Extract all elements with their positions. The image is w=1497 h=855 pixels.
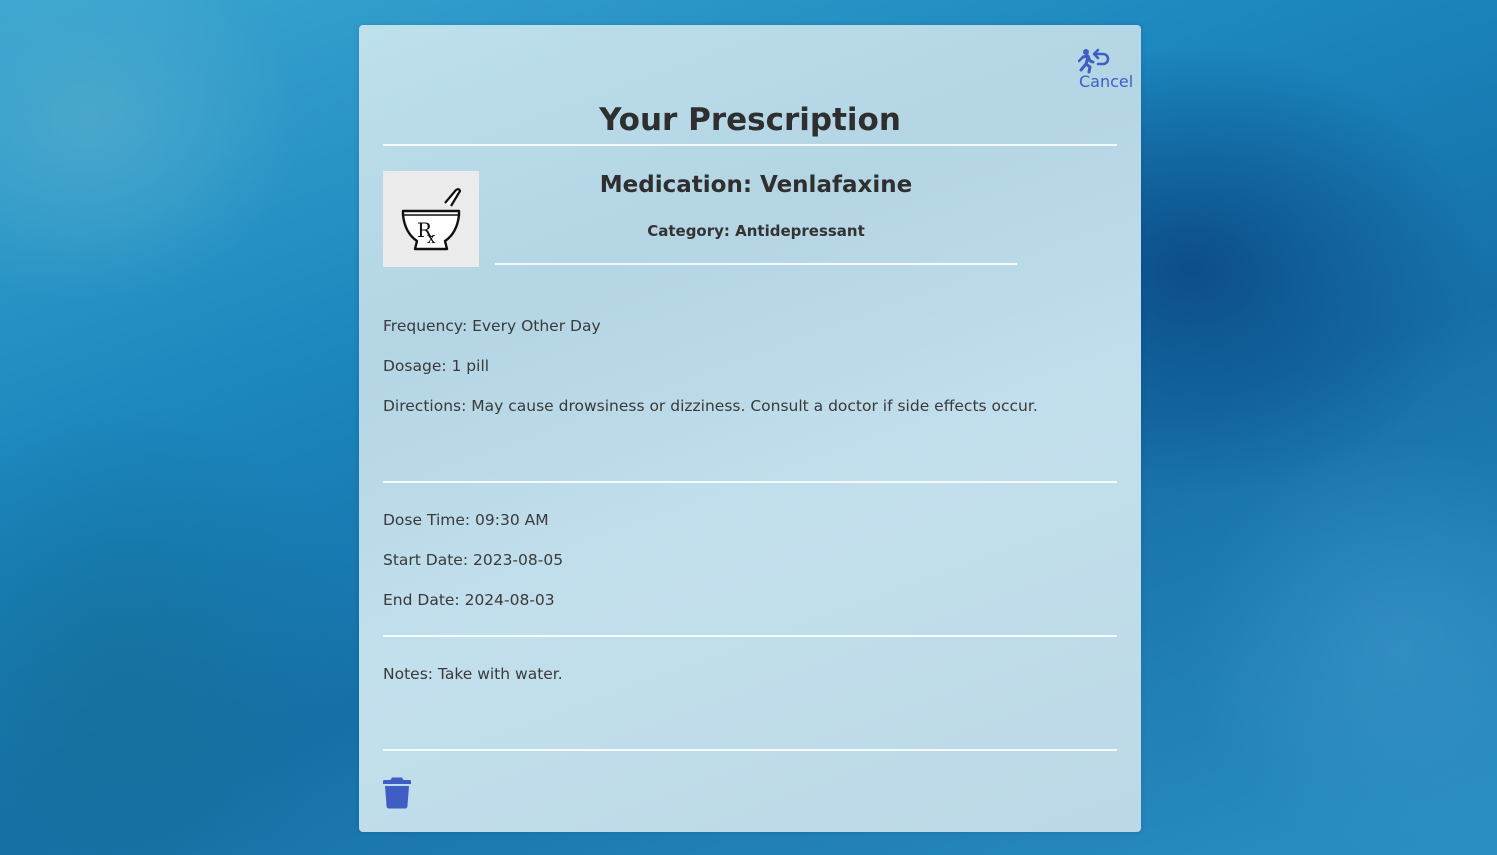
cancel-button[interactable]: Cancel [1074, 48, 1134, 96]
divider [383, 749, 1117, 751]
start-date-text: Start Date: 2023-08-05 [383, 551, 564, 569]
frequency-text: Frequency: Every Other Day [383, 317, 601, 335]
mortar-pestle-rx-icon: R x [401, 188, 462, 251]
medication-image: R x [383, 171, 479, 267]
divider [495, 263, 1017, 265]
page-title: Your Prescription [599, 102, 901, 138]
divider [383, 481, 1117, 483]
divider [383, 635, 1117, 637]
prescription-card: Cancel Your Prescription R x Medication:… [359, 25, 1141, 832]
cancel-label[interactable]: Cancel [1074, 72, 1134, 91]
directions-text: Directions: May cause drowsiness or dizz… [383, 397, 1038, 415]
medication-name: Medication: Venlafaxine [599, 172, 913, 198]
delete-button[interactable] [383, 776, 411, 809]
running-person-return-icon [1078, 48, 1110, 74]
dosage-text: Dosage: 1 pill [383, 357, 490, 375]
dose-time-text: Dose Time: 09:30 AM [383, 511, 549, 529]
divider [383, 144, 1117, 146]
notes-text: Notes: Take with water. [383, 665, 563, 683]
end-date-text: End Date: 2024-08-03 [383, 591, 555, 609]
trash-icon [383, 777, 411, 809]
medication-category: Category: Antidepressant [647, 222, 865, 240]
svg-text:x: x [427, 229, 436, 247]
